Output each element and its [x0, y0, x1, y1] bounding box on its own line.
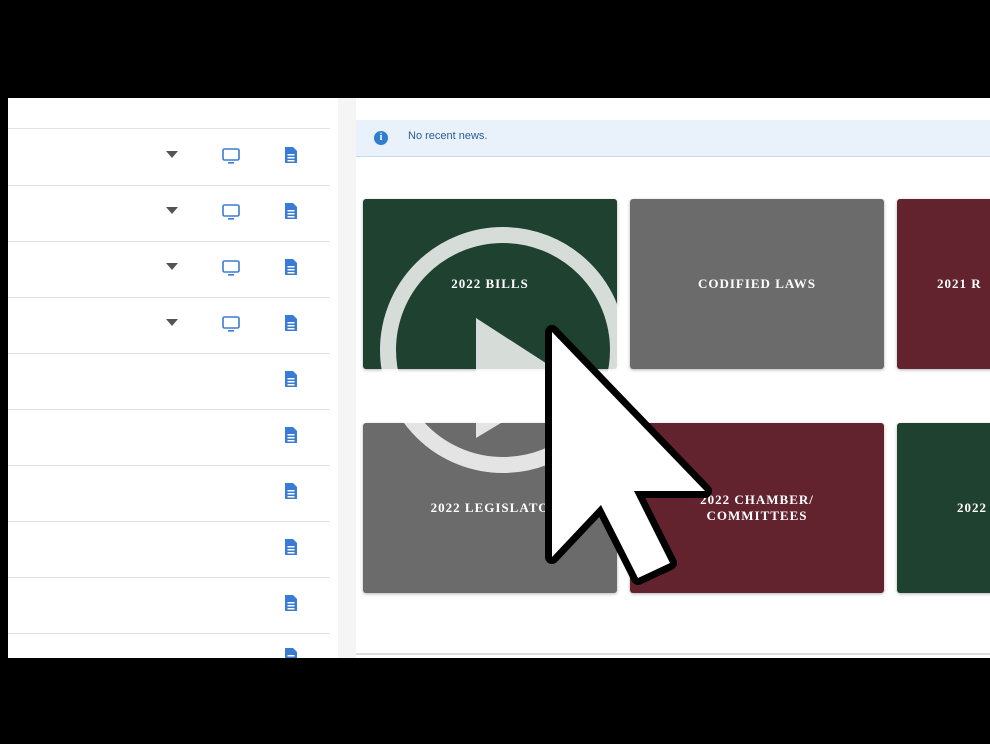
tile-2021-r[interactable]: 2021 R — [897, 199, 990, 369]
sidebar-row-1[interactable] — [8, 129, 330, 186]
document-icon[interactable] — [284, 426, 298, 444]
letterbox-left — [0, 98, 8, 658]
tile-2022-legislators[interactable]: 2022 LEGISLATO — [363, 423, 617, 593]
news-banner: i No recent news. — [356, 120, 990, 157]
document-icon[interactable] — [284, 202, 298, 220]
document-icon[interactable] — [284, 594, 298, 612]
document-icon[interactable] — [284, 538, 298, 556]
chevron-down-icon[interactable] — [166, 319, 178, 326]
monitor-icon[interactable] — [222, 147, 240, 167]
tile-label-line2: COMMITTEES — [706, 508, 808, 523]
sidebar-row-3[interactable] — [8, 241, 330, 298]
document-icon[interactable] — [284, 482, 298, 500]
sidebar-row-9[interactable] — [8, 577, 330, 634]
tile-label: 2022 — [957, 500, 987, 516]
content-bottom-border — [356, 653, 990, 655]
document-icon[interactable] — [284, 314, 298, 332]
monitor-icon[interactable] — [222, 315, 240, 335]
monitor-icon[interactable] — [222, 203, 240, 223]
letterbox-top — [0, 0, 990, 98]
info-icon: i — [374, 131, 388, 145]
document-icon[interactable] — [284, 258, 298, 276]
sidebar-list — [8, 98, 339, 658]
sidebar-row-8[interactable] — [8, 521, 330, 578]
news-message: No recent news. — [408, 130, 488, 142]
tile-2022-chamber-committees[interactable]: 2022 CHAMBER/ COMMITTEES — [630, 423, 884, 593]
sidebar-row-2[interactable] — [8, 185, 330, 242]
tile-label: CODIFIED LAWS — [697, 276, 817, 292]
tile-2022-bills[interactable]: 2022 BILLS — [363, 199, 617, 369]
tile-label-line1: 2022 CHAMBER/ — [700, 492, 814, 508]
panel-gutter — [338, 98, 356, 658]
document-icon[interactable] — [284, 146, 298, 164]
sidebar-row-7[interactable] — [8, 465, 330, 522]
sidebar-row-6[interactable] — [8, 409, 330, 466]
sidebar-header-row — [8, 98, 330, 129]
main-content: i No recent news. 2022 BILLS CODIFIED LA… — [356, 98, 990, 658]
sidebar-row-4[interactable] — [8, 297, 330, 354]
document-icon[interactable] — [284, 647, 298, 658]
tile-label: 2021 R — [937, 276, 982, 292]
chevron-down-icon[interactable] — [166, 151, 178, 158]
chevron-down-icon[interactable] — [166, 207, 178, 214]
video-frame: i No recent news. 2022 BILLS CODIFIED LA… — [8, 98, 990, 658]
sidebar-row-5[interactable] — [8, 353, 330, 410]
tile-label: 2022 BILLS — [451, 276, 529, 292]
letterbox-bottom — [0, 658, 990, 744]
sidebar-row-10[interactable] — [8, 633, 330, 658]
tile-label: 2022 LEGISLATO — [430, 500, 550, 516]
tile-codified-laws[interactable]: CODIFIED LAWS — [630, 199, 884, 369]
tile-2022-partial[interactable]: 2022 — [897, 423, 990, 593]
monitor-icon[interactable] — [222, 259, 240, 279]
chevron-down-icon[interactable] — [166, 263, 178, 270]
document-icon[interactable] — [284, 370, 298, 388]
